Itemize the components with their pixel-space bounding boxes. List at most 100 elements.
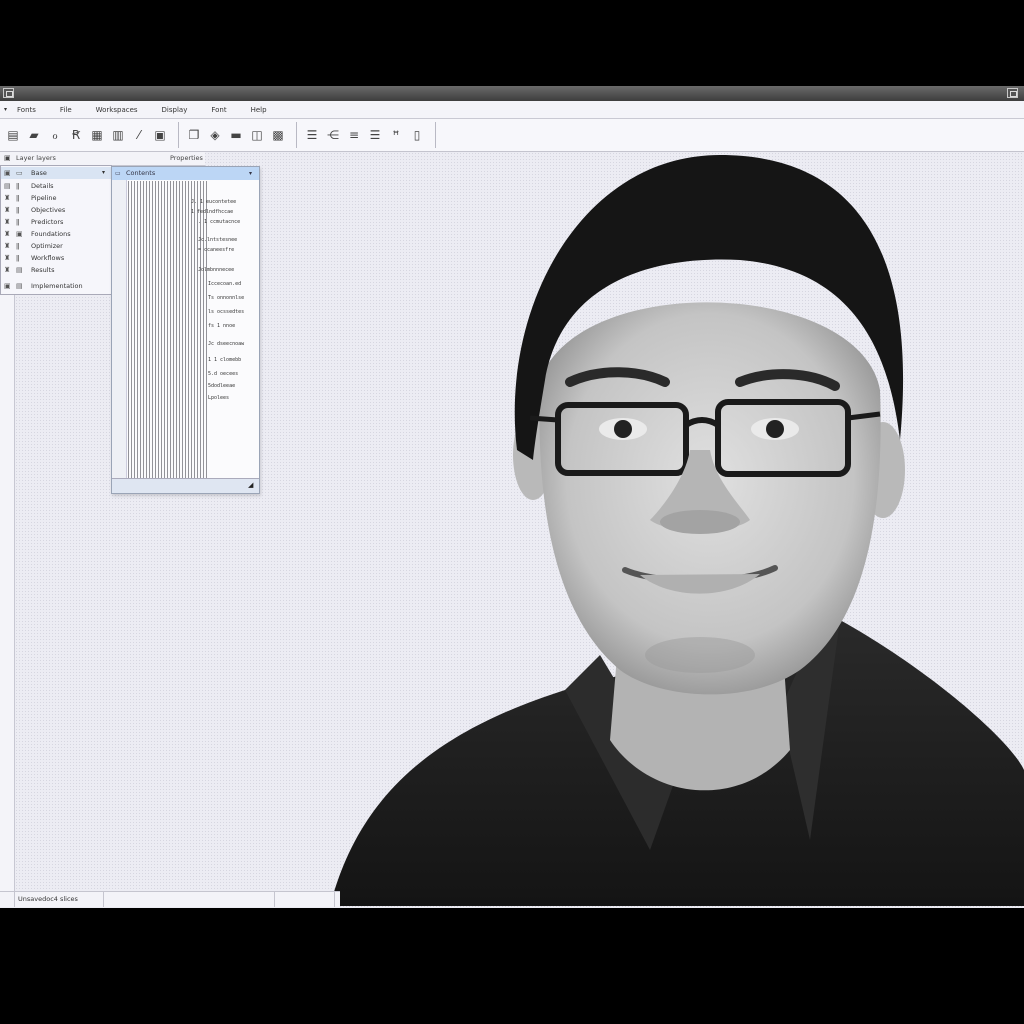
layer-row[interactable]: ▣ ▭ Base ▾ — [1, 167, 111, 179]
visibility-icon[interactable]: ▣ — [4, 280, 11, 292]
visibility-icon[interactable]: ♜ — [4, 264, 10, 276]
code-line: J. 1 eucontetee — [191, 199, 237, 205]
layer-lock-icon: ǁ — [16, 218, 20, 226]
layer-lock-icon: ǁ — [16, 194, 20, 202]
paint-bucket-icon[interactable]: ◈ — [206, 126, 224, 144]
menu-file[interactable]: File — [60, 106, 72, 114]
code-line: 1 fedlndfhccae — [191, 209, 234, 215]
dialog-menu-icon[interactable]: ▭ — [115, 167, 121, 180]
toolbar-separator — [178, 122, 179, 148]
layer-label: Predictors — [31, 218, 64, 226]
maximize-icon[interactable] — [1007, 88, 1018, 98]
justify-icon[interactable]: ≡ — [345, 126, 363, 144]
code-line: 1 1 clomebb — [208, 357, 242, 363]
lasso-icon[interactable]: ℴ — [46, 126, 64, 144]
text-height-icon[interactable]: ꟸ — [387, 126, 405, 144]
layer-lock-icon: ǁ — [16, 182, 20, 190]
status-bar: Unsavedoc4 slices — [0, 891, 340, 907]
status-cell — [274, 892, 335, 907]
code-line: Ts onnonnlse — [208, 295, 245, 301]
visibility-icon[interactable]: ♜ — [4, 252, 10, 264]
layers-panel-icon: ▣ — [4, 154, 11, 162]
layer-lock-icon: ǁ — [16, 206, 20, 214]
columns-icon[interactable]: ▥ — [109, 126, 127, 144]
menu-bar: ▾ Fonts File Workspaces Display Font Hel… — [0, 101, 1024, 119]
resize-icon[interactable]: ◢ — [248, 481, 253, 489]
dialog-dropdown-icon[interactable]: ▾ — [249, 167, 252, 180]
list-icon[interactable]: ☰ — [303, 126, 321, 144]
layer-row[interactable]: ♜ ǁ Optimizer — [1, 240, 111, 252]
toolbar-separator — [296, 122, 297, 148]
toolbar-separator — [435, 122, 436, 148]
code-line: Jc.lntstesnee — [198, 237, 238, 243]
visibility-icon[interactable]: ▣ — [4, 167, 11, 179]
visibility-icon[interactable]: ♜ — [4, 228, 10, 240]
page-icon[interactable]: ▣ — [151, 126, 169, 144]
code-line: Jc dseecnoaw — [208, 341, 245, 347]
code-line: 5.d oecees — [208, 371, 239, 377]
menu-fonts[interactable]: Fonts — [17, 106, 36, 114]
layer-row[interactable]: ▤ ǁ Details — [1, 180, 111, 192]
code-line: ls ocssedtes — [208, 309, 245, 315]
grid-icon[interactable]: ▩ — [269, 126, 287, 144]
layer-row[interactable]: ♜ ǁ Pipeline — [1, 192, 111, 204]
document-icon[interactable]: ▯ — [408, 126, 426, 144]
status-icon — [0, 892, 15, 907]
fill-icon[interactable]: ▬ — [227, 126, 245, 144]
visibility-icon[interactable]: ♜ — [4, 240, 10, 252]
code-line: fs 1 nnoe — [208, 323, 236, 329]
toolbar-group-edit: ❐ ◈ ▬ ◫ ▩ — [185, 122, 296, 148]
menu-display[interactable]: Display — [162, 106, 188, 114]
status-cell — [104, 892, 275, 907]
dialog-footer: ◢ — [112, 478, 259, 493]
align-icon[interactable]: ⋲ — [324, 126, 342, 144]
layers-panel-header: ▣ Layer layers Properties — [0, 152, 205, 166]
layer-row[interactable]: ♜ ǁ Objectives — [1, 204, 111, 216]
layers-tab-label[interactable]: Layer layers — [16, 152, 56, 165]
code-line: = ccaneesfre — [198, 247, 235, 253]
text-height-icon[interactable]: ☰ — [366, 126, 384, 144]
visibility-icon[interactable]: ♜ — [4, 192, 10, 204]
portrait-image[interactable] — [320, 150, 1024, 906]
layer-row[interactable]: ♜ ▤ Results — [1, 264, 111, 276]
dialog-title-bar[interactable]: ▭ Contents ▾ — [112, 167, 259, 180]
window-icon[interactable] — [3, 88, 14, 98]
layer-label: Workflows — [31, 254, 65, 262]
stack-icon[interactable]: ◫ — [248, 126, 266, 144]
visibility-icon[interactable]: ♜ — [4, 216, 10, 228]
status-text: Unsavedoc4 slices — [14, 892, 104, 907]
layer-row[interactable]: ▣ ▤ Implementation — [1, 280, 111, 292]
layers-icon[interactable]: ▦ — [88, 126, 106, 144]
dialog-line-gutter — [112, 180, 127, 480]
dropdown-icon[interactable]: ▾ — [102, 167, 105, 179]
layer-row[interactable]: ♜ ǁ Workflows — [1, 252, 111, 264]
code-line: . 1 ccmutacnce — [198, 219, 241, 225]
layer-thumbnail-icon: ▤ — [16, 282, 23, 290]
layer-label: Implementation — [31, 282, 83, 290]
copy-icon[interactable]: ❐ — [185, 126, 203, 144]
layers-panel: ▣ ▭ Base ▾ ▤ ǁ Details ♜ ǁ Pipeline ♜ ǁ … — [0, 165, 112, 295]
text-tool-icon[interactable]: Ꞧ — [67, 126, 85, 144]
visibility-icon[interactable]: ▤ — [4, 180, 11, 192]
brush-icon[interactable]: ⁄ — [130, 126, 148, 144]
layer-label: Base — [31, 169, 47, 177]
menu-workspaces[interactable]: Workspaces — [96, 106, 138, 114]
code-line: Iccecoan.ed — [208, 281, 242, 287]
image-icon[interactable]: ▤ — [4, 126, 22, 144]
layer-label: Objectives — [31, 206, 66, 214]
layer-label: Details — [31, 182, 54, 190]
properties-tab-label[interactable]: Properties — [170, 152, 203, 165]
code-line: Jolmbnnnecee — [198, 267, 235, 273]
layer-thumbnail-icon: ▤ — [16, 266, 23, 274]
layer-label: Results — [31, 266, 55, 274]
folder-icon[interactable]: ▰ — [25, 126, 43, 144]
layer-row[interactable]: ♜ ▣ Foundations — [1, 228, 111, 240]
visibility-icon[interactable]: ♜ — [4, 204, 10, 216]
layer-lock-icon: ǁ — [16, 242, 20, 250]
menu-font[interactable]: Font — [211, 106, 226, 114]
code-line: Lpolees — [208, 395, 230, 401]
menu-chevron-down-icon[interactable]: ▾ — [4, 106, 7, 113]
menu-help[interactable]: Help — [251, 106, 267, 114]
layer-row[interactable]: ♜ ǁ Predictors — [1, 216, 111, 228]
dialog-text-area[interactable]: J. 1 eucontetee 1 fedlndfhccae . 1 ccmut… — [128, 181, 258, 479]
